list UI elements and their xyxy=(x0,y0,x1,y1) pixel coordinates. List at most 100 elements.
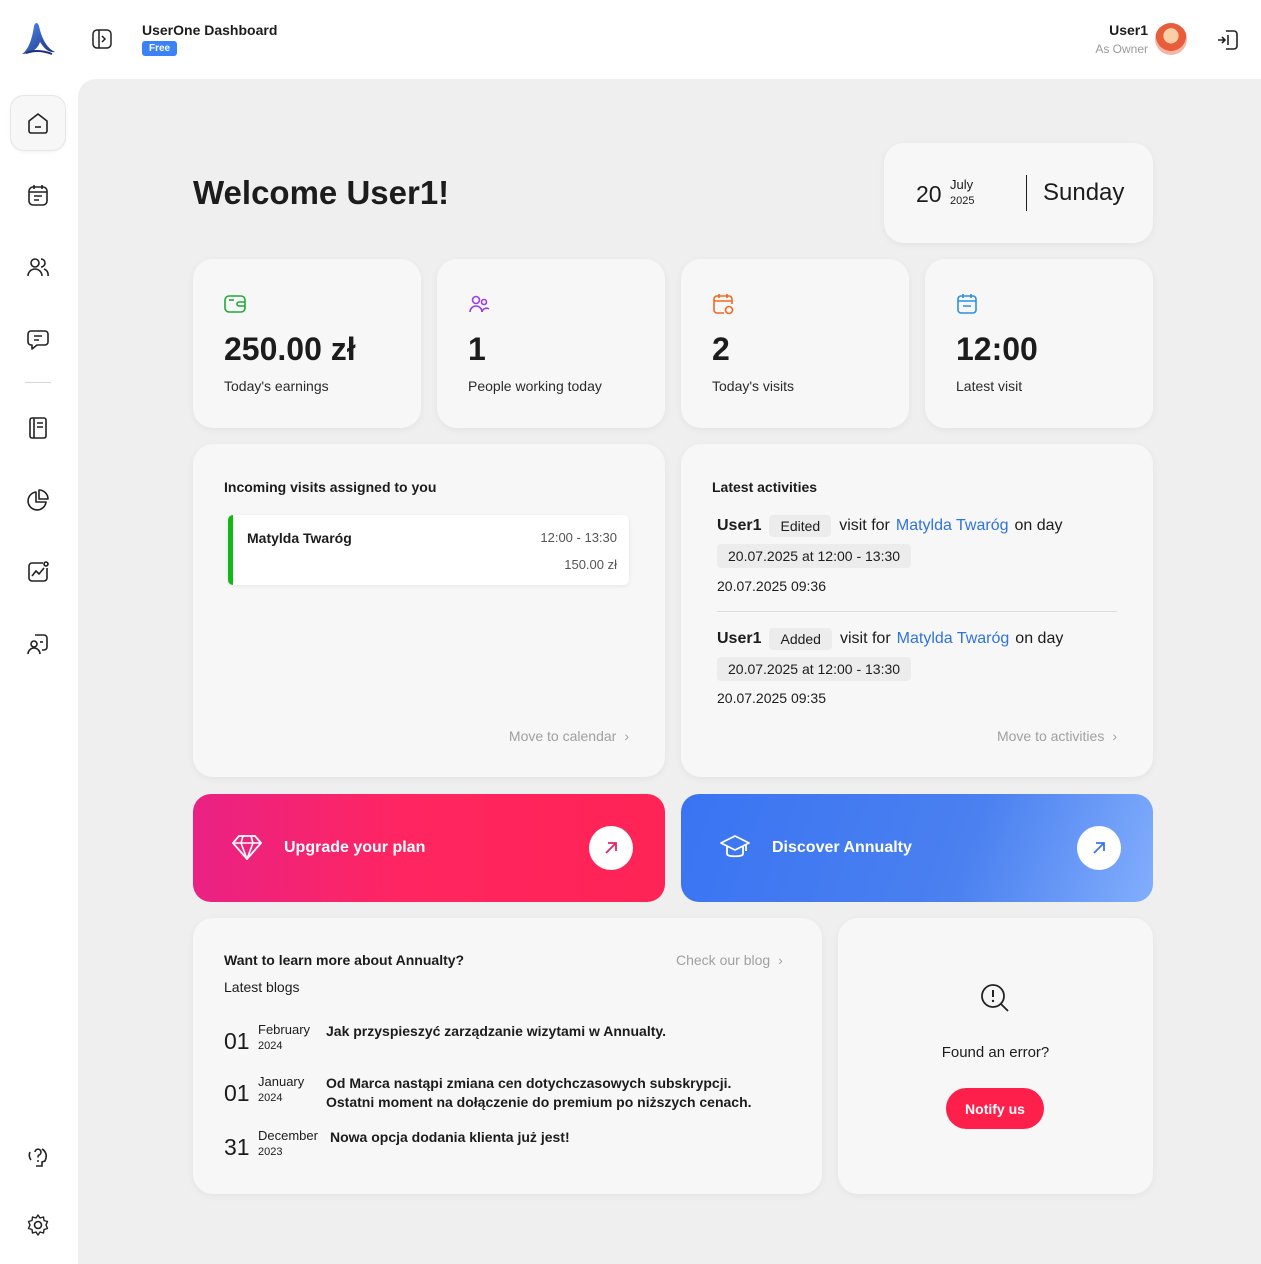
move-to-activities-label: Move to activities xyxy=(996,728,1105,744)
discover-annualty-banner[interactable]: Discover Annualty xyxy=(681,794,1153,902)
report-error-panel: Found an error? Notify us xyxy=(838,918,1153,1194)
activity-action-tag: Added xyxy=(769,628,832,650)
calendar-icon xyxy=(28,185,48,206)
people-icon xyxy=(467,292,491,316)
sidebar-item-help[interactable] xyxy=(10,1129,66,1185)
sidebar-item-calendar[interactable] xyxy=(10,167,66,223)
check-blog-link[interactable]: Check our blog › xyxy=(676,952,783,968)
wallet-icon xyxy=(223,292,247,316)
activity-timestamp: 20.07.2025 09:35 xyxy=(717,690,826,706)
discover-annualty-label: Discover Annualty xyxy=(772,839,912,856)
panel-title: Incoming visits assigned to you xyxy=(224,479,437,495)
upgrade-plan-button[interactable] xyxy=(589,826,633,870)
sidebar-divider xyxy=(25,382,51,383)
sidebar-item-statistics[interactable] xyxy=(10,544,66,600)
main-content: Welcome User1! 20 July 2025 Sunday 250.0… xyxy=(78,79,1261,1264)
activity-user: User1 xyxy=(717,630,762,647)
blog-subtitle: Latest blogs xyxy=(224,979,300,995)
sidebar-item-messages[interactable] xyxy=(10,311,66,367)
date-divider xyxy=(1026,175,1027,211)
error-prompt: Found an error? xyxy=(941,1044,1050,1061)
activity-client-link[interactable]: Matylda Twaróg xyxy=(897,630,1010,648)
blog-day: 31 xyxy=(224,1134,250,1160)
sidebar-item-clients[interactable] xyxy=(10,239,66,295)
graduation-cap-icon xyxy=(719,831,751,863)
logout-icon xyxy=(1218,30,1238,50)
calendar-clock-icon xyxy=(711,292,735,316)
activity-text: on day xyxy=(1015,630,1064,647)
user-name: User1 xyxy=(1109,22,1148,38)
move-to-calendar-link[interactable]: Move to calendar › xyxy=(509,728,629,744)
plan-badge: Free xyxy=(142,41,178,56)
users-icon xyxy=(27,258,49,277)
stat-value: 1 xyxy=(468,331,486,367)
message-icon xyxy=(27,330,49,350)
page-title: Welcome User1! xyxy=(193,174,450,211)
blog-post-title[interactable]: Od Marca nastąpi zmiana cen dotychczasow… xyxy=(326,1074,776,1112)
stat-label: Today's earnings xyxy=(224,378,329,394)
trend-icon xyxy=(28,561,49,582)
logout-button[interactable] xyxy=(1214,26,1242,54)
top-bar: UserOne Dashboard Free User1 As Owner xyxy=(0,0,1261,79)
blog-year: 2023 xyxy=(258,1146,283,1158)
date-card: 20 July 2025 Sunday xyxy=(884,143,1153,243)
user-role: As Owner xyxy=(1095,42,1148,56)
discover-annualty-button[interactable] xyxy=(1077,826,1121,870)
employee-icon xyxy=(27,634,48,655)
stat-card-earnings: 250.00 zł Today's earnings xyxy=(193,259,421,428)
stat-label: People working today xyxy=(468,378,602,394)
blog-post-title[interactable]: Nowa opcja dodania klienta już jest! xyxy=(330,1128,770,1147)
activity-user: User1 xyxy=(717,517,762,534)
pie-chart-icon xyxy=(27,489,49,511)
latest-activities-panel: Latest activities User1 Edited visit for… xyxy=(681,444,1153,777)
calendar-icon xyxy=(955,292,979,316)
blog-month: December xyxy=(258,1128,318,1143)
activity-text: on day xyxy=(1014,517,1063,534)
stat-card-latest-visit: 12:00 Latest visit xyxy=(925,259,1153,428)
sidebar-item-services[interactable] xyxy=(10,400,66,456)
avatar[interactable] xyxy=(1155,23,1187,55)
activity-range: 20.07.2025 at 12:00 - 13:30 xyxy=(717,657,912,681)
activity-range: 20.07.2025 at 12:00 - 13:30 xyxy=(717,544,912,568)
sidebar-item-employees[interactable] xyxy=(10,616,66,672)
sidebar-item-reports[interactable] xyxy=(10,472,66,528)
visit-item[interactable]: Matylda Twaróg 12:00 - 13:30 150.00 zł xyxy=(228,515,629,585)
move-to-activities-link[interactable]: Move to activities › xyxy=(997,728,1117,744)
blog-title: Want to learn more about Annualty? xyxy=(224,952,465,968)
panel-expand-icon xyxy=(92,29,112,49)
diamond-icon xyxy=(231,831,263,863)
date-day: 20 xyxy=(916,181,942,207)
app-title: UserOne Dashboard xyxy=(142,22,278,38)
search-alert-icon xyxy=(979,982,1011,1014)
date-year: 2025 xyxy=(950,195,975,207)
gear-icon xyxy=(27,1214,49,1236)
activity-text: visit for xyxy=(839,630,891,647)
panel-title: Latest activities xyxy=(712,479,818,495)
sidebar-item-home[interactable] xyxy=(10,95,66,151)
chevron-right-icon: › xyxy=(624,728,629,744)
blog-year: 2024 xyxy=(258,1092,283,1104)
home-icon xyxy=(28,113,48,134)
upgrade-plan-banner[interactable]: Upgrade your plan xyxy=(193,794,665,902)
book-icon xyxy=(29,417,47,439)
blog-post-title[interactable]: Jak przyspieszyć zarządzanie wizytami w … xyxy=(326,1022,766,1041)
visit-price: 150.00 zł xyxy=(564,557,617,572)
notify-us-button[interactable]: Notify us xyxy=(946,1088,1044,1129)
date-weekday: Sunday xyxy=(1043,179,1125,206)
sidebar-toggle-button[interactable] xyxy=(89,27,115,51)
activity-timestamp: 20.07.2025 09:36 xyxy=(717,578,826,594)
app-logo-icon[interactable] xyxy=(18,20,58,58)
chevron-right-icon: › xyxy=(778,952,783,968)
stat-value: 2 xyxy=(712,331,730,367)
activity-client-link[interactable]: Matylda Twaróg xyxy=(896,517,1009,535)
check-blog-label: Check our blog xyxy=(676,952,771,968)
sidebar-item-settings[interactable] xyxy=(10,1197,66,1253)
help-icon xyxy=(28,1148,48,1167)
stat-value: 250.00 zł xyxy=(224,331,356,367)
stat-label: Today's visits xyxy=(712,378,795,394)
activity-action-tag: Edited xyxy=(769,515,832,537)
upgrade-plan-label: Upgrade your plan xyxy=(284,839,426,856)
move-to-calendar-label: Move to calendar xyxy=(508,728,617,744)
blog-month: February xyxy=(258,1022,311,1037)
incoming-visits-panel: Incoming visits assigned to you Matylda … xyxy=(193,444,665,777)
